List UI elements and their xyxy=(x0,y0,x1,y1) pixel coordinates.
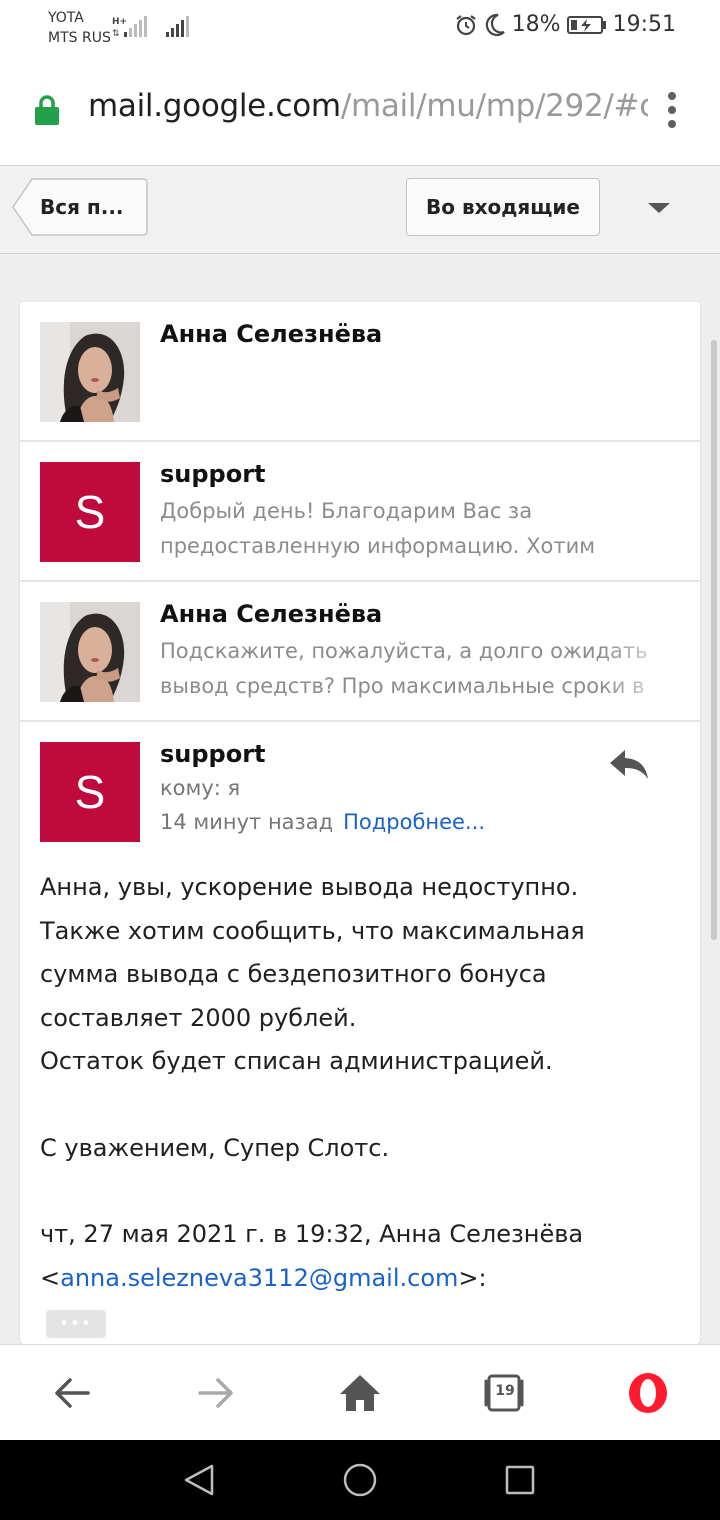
url-host: mail.google.com xyxy=(88,88,341,124)
nav-home-icon[interactable] xyxy=(340,1460,380,1500)
system-navigation-bar xyxy=(0,1440,720,1520)
back-arrow-icon[interactable] xyxy=(48,1369,96,1417)
message-body: Анна, увы, ускорение вывода недоступно. … xyxy=(40,866,680,1171)
url-path: /mail/mu/mp/292/#c xyxy=(340,88,648,124)
avatar-photo xyxy=(40,322,140,422)
tabs-button[interactable]: 19 xyxy=(480,1369,528,1417)
message-snippet: Добрый день! Благодарим Вас за предостав… xyxy=(160,494,682,564)
back-to-all-mail-button[interactable]: Вся п... xyxy=(12,178,148,236)
quote-header-suffix: >: xyxy=(458,1264,487,1292)
battery-charging-icon xyxy=(566,15,606,34)
sender-name: Анна Селезнёва xyxy=(160,600,383,628)
message-time: 14 минут назад xyxy=(160,810,334,834)
lock-icon xyxy=(35,95,59,125)
clock: 19:51 xyxy=(612,12,676,37)
browser-bottom-bar: 19 xyxy=(0,1344,720,1440)
body-line: сумма вывода с бездепозитного бонуса xyxy=(40,960,547,988)
avatar-photo xyxy=(40,602,140,702)
home-icon[interactable] xyxy=(336,1369,384,1417)
svg-text:H+: H+ xyxy=(112,17,127,27)
nav-back-icon[interactable] xyxy=(180,1460,220,1500)
body-line: Остаток будет списан администрацией. xyxy=(40,1047,553,1075)
collapsed-message[interactable]: Анна Селезнёва xyxy=(20,302,700,442)
status-bar: YOTA MTS RUS H+ ⇅ 18% 19:51 xyxy=(0,0,720,56)
forward-arrow-icon[interactable] xyxy=(192,1369,240,1417)
quote-header: чт, 27 мая 2021 г. в 19:32, Анна Селезнё… xyxy=(40,1212,680,1300)
back-button-label: Вся п... xyxy=(40,195,124,219)
avatar-letter: S xyxy=(40,742,140,842)
url-text[interactable]: mail.google.com/mail/mu/mp/292/#c xyxy=(88,88,648,124)
sender-name: Анна Селезнёва xyxy=(160,320,383,348)
dropdown-arrow-icon[interactable] xyxy=(648,203,670,213)
sender-name: support xyxy=(160,740,266,768)
signature: С уважением, Супер Слотс. xyxy=(40,1134,390,1162)
do-not-disturb-moon-icon xyxy=(485,13,505,36)
body-line: составляет 2000 рублей. xyxy=(40,1003,357,1032)
reply-icon[interactable] xyxy=(608,746,652,786)
collapsed-message[interactable]: Анна Селезнёва Подскажите, пожалуйста, а… xyxy=(20,582,700,722)
avatar-letter: S xyxy=(40,462,140,562)
recipient-line: кому: я xyxy=(160,776,241,800)
move-to-inbox-button[interactable]: Во входящие xyxy=(406,178,600,236)
signal-icon xyxy=(166,16,189,37)
signal-hplus-icon: H+ ⇅ xyxy=(112,16,147,39)
body-line: Анна, увы, ускорение вывода недоступно. xyxy=(40,873,579,901)
body-line: Также хотим сообщить, что максимальная xyxy=(40,916,585,945)
thread-card: Анна Селезнёва S support Добрый день! Бл… xyxy=(20,302,700,1344)
alarm-icon xyxy=(456,14,476,35)
carrier-1: YOTA xyxy=(48,10,84,26)
page-scrollbar[interactable] xyxy=(711,340,717,940)
more-vert-icon[interactable] xyxy=(662,92,682,132)
svg-text:⇅: ⇅ xyxy=(112,29,120,39)
quote-email-link[interactable]: anna.selezneva3112@gmail.com xyxy=(60,1264,458,1292)
battery-percent: 18% xyxy=(511,12,561,37)
sender-name: support xyxy=(160,460,266,488)
carrier-names: YOTA MTS RUS xyxy=(48,8,111,48)
collapsed-message[interactable]: S support Добрый день! Благодарим Вас за… xyxy=(20,442,700,582)
tabs-count: 19 xyxy=(495,1383,515,1399)
show-quoted-text-button[interactable]: ••• xyxy=(46,1310,106,1338)
carrier-2: MTS RUS xyxy=(48,30,111,46)
message-time-row: 14 минут назад Подробнее... xyxy=(160,810,485,834)
message-snippet: Подскажите, пожалуйста, а долго ожидать … xyxy=(160,634,682,704)
details-link[interactable]: Подробнее... xyxy=(343,810,485,834)
nav-recents-icon[interactable] xyxy=(500,1460,540,1500)
opera-menu-icon[interactable] xyxy=(624,1369,672,1417)
address-bar[interactable]: mail.google.com/mail/mu/mp/292/#c xyxy=(0,56,720,166)
gmail-toolbar: Вся п... Во входящие xyxy=(0,166,720,254)
